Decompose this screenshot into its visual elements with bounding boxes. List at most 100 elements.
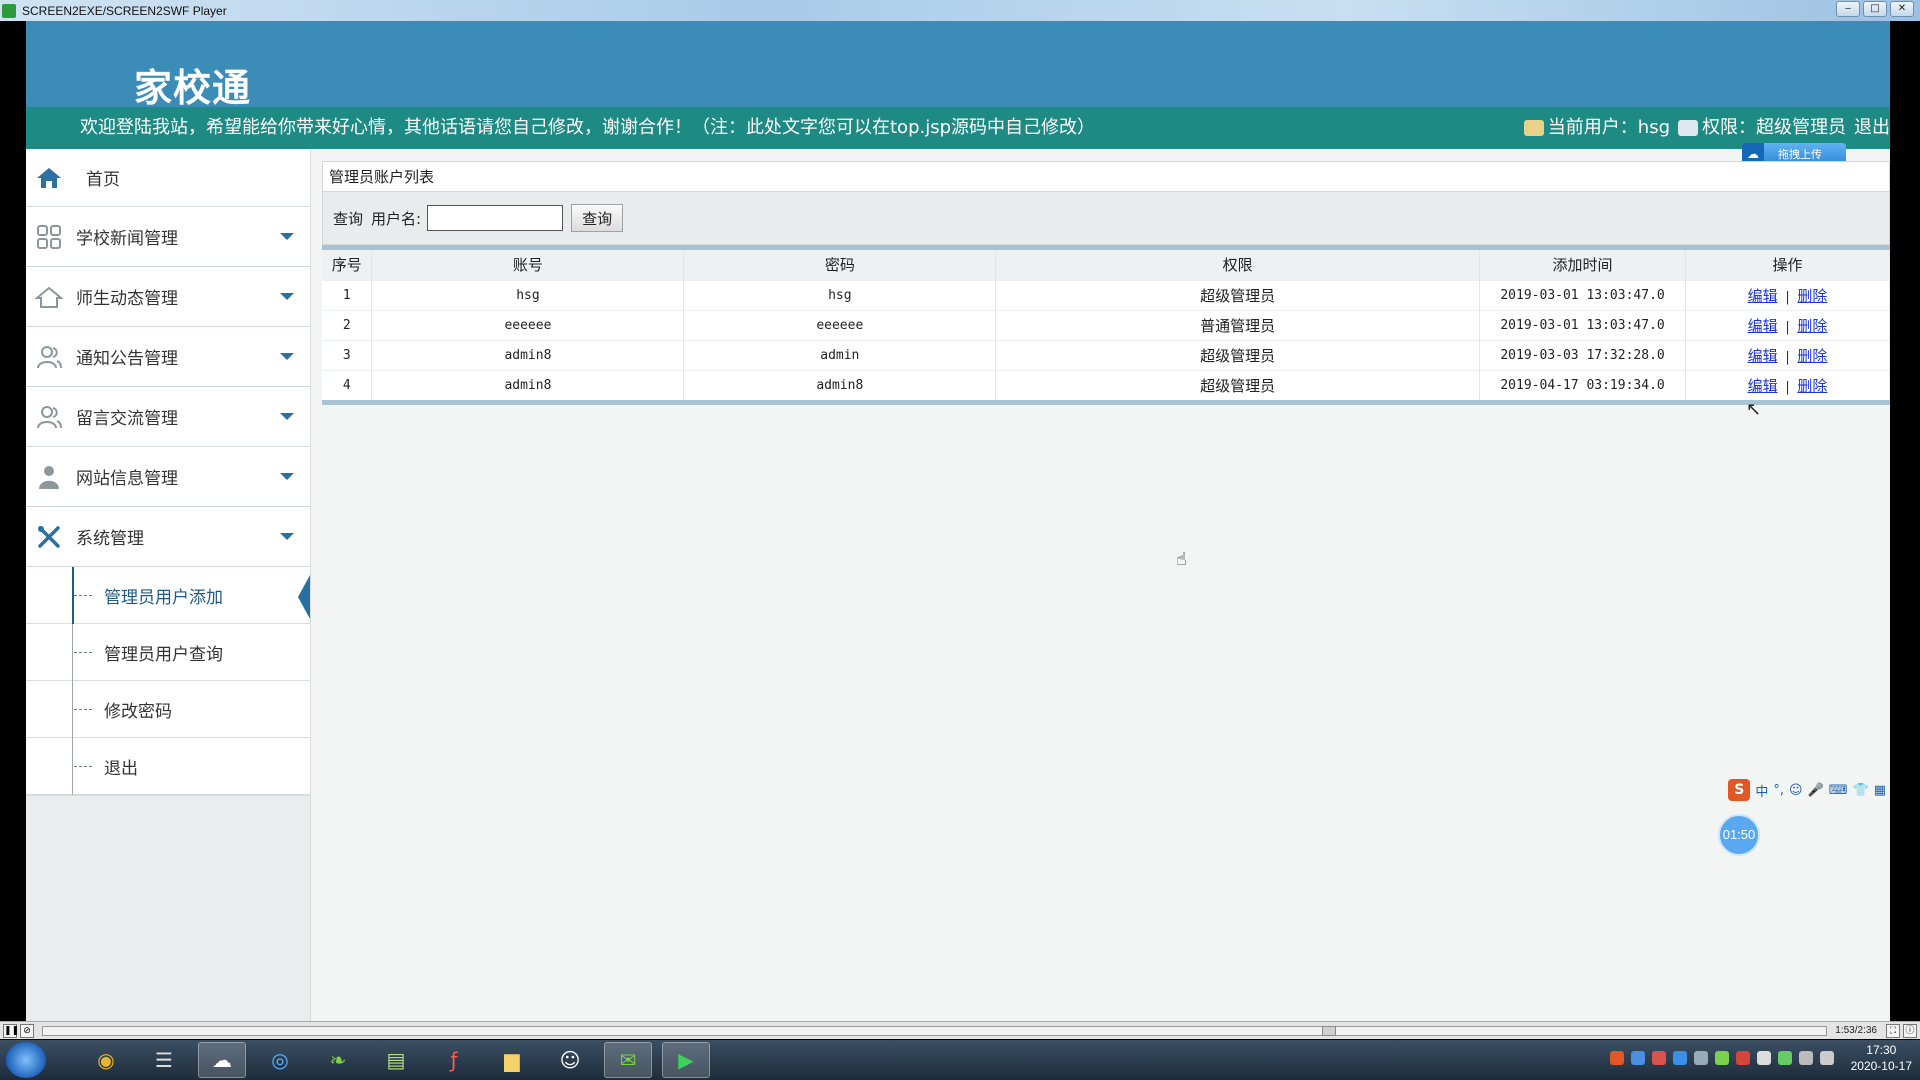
logout-link[interactable]: 退出 — [1854, 107, 1890, 149]
table-row: 1 hsg hsg 超级管理员 2019-03-01 13:03:47.0 编辑… — [322, 279, 1890, 310]
username-search-input[interactable] — [427, 205, 564, 231]
sidebar-item-label: 网站信息管理 — [76, 469, 178, 489]
windows-taskbar: ◉ ☰ ☁ ◎ ❧ ▤ ƒ ▆ ☺ ✉ ▶ 17:30 2020-10-17 — [0, 1040, 1920, 1080]
chrome-icon[interactable]: ◉ — [82, 1042, 130, 1078]
tree-line — [72, 681, 73, 738]
tray-app-icon[interactable] — [1651, 1051, 1666, 1065]
stop-button[interactable]: ⊘ — [20, 1023, 34, 1038]
person-icon — [34, 463, 64, 491]
sidebar-item-school-news[interactable]: 学校新闻管理 — [26, 207, 310, 267]
qq-tray-icon[interactable] — [1756, 1051, 1771, 1065]
column-header-password: 密码 — [683, 250, 997, 280]
cell-ops: 编辑 | 删除 — [1685, 279, 1890, 310]
skin-icon[interactable]: 👕 — [1853, 783, 1869, 798]
site-header: 家校通 — [26, 21, 1890, 110]
sidebar-subitem-admin-query[interactable]: 管理员用户查询 — [26, 624, 310, 681]
cell-index: 2 — [322, 309, 373, 340]
cell-password: eeeeee — [683, 309, 997, 340]
chart-app-icon[interactable]: ▤ — [372, 1042, 420, 1078]
minimize-button[interactable]: ‒ — [1836, 1, 1860, 17]
clock-date: 2020-10-17 — [1850, 1059, 1912, 1073]
mouse-cursor-icon: ↖ — [1746, 399, 1762, 420]
close-button[interactable]: ✕ — [1890, 1, 1914, 17]
column-header-index: 序号 — [322, 250, 373, 280]
menu-grid-icon[interactable]: ▦ — [1874, 783, 1886, 798]
search-button[interactable]: 查询 — [571, 204, 624, 232]
delete-link[interactable]: 删除 — [1797, 347, 1827, 365]
sidebar-item-label: 系统管理 — [76, 529, 144, 549]
ime-toolbar[interactable]: S 中 °, ☺ 🎤 ⌨ 👕 ▦ — [1728, 779, 1886, 801]
keyboard-icon[interactable]: ⌨ — [1829, 783, 1848, 798]
window-title: SCREEN2EXE/SCREEN2SWF Player — [22, 3, 227, 18]
ops-separator: | — [1783, 349, 1792, 365]
system-submenu: 管理员用户添加 管理员用户查询 修改密码 退出 — [26, 567, 310, 796]
cell-ops: 编辑 | 删除 — [1685, 369, 1890, 400]
shield-icon[interactable] — [1672, 1051, 1687, 1065]
active-pointer-icon — [298, 575, 310, 619]
start-button[interactable] — [6, 1042, 46, 1078]
fullscreen-button[interactable]: ⛶ — [1886, 1023, 1900, 1038]
ime-language[interactable]: 中 — [1755, 781, 1768, 800]
recording-timer[interactable]: 01:50 — [1718, 814, 1760, 856]
chevron-down-icon — [280, 353, 294, 360]
edit-link[interactable]: 编辑 — [1748, 347, 1778, 365]
sidebar-item-system[interactable]: 系统管理 — [26, 507, 310, 567]
cell-password: hsg — [683, 279, 997, 310]
column-header-time: 添加时间 — [1479, 250, 1687, 280]
baidu-netdisk-icon[interactable]: ☁ — [198, 1042, 246, 1078]
network-icon[interactable] — [1777, 1051, 1792, 1065]
playback-time: 1:53/2:36 — [1835, 1025, 1877, 1036]
microphone-icon[interactable]: 🎤 — [1808, 783, 1824, 798]
maximize-button[interactable]: □ — [1863, 1, 1887, 17]
emoji-icon[interactable]: ☺ — [1789, 783, 1803, 798]
volume-icon[interactable] — [1798, 1051, 1813, 1065]
delete-link[interactable]: 删除 — [1797, 377, 1827, 395]
pause-button[interactable]: ❚❚ — [3, 1023, 19, 1038]
delete-link[interactable]: 删除 — [1797, 317, 1827, 335]
leaf-app-icon[interactable]: ❧ — [314, 1042, 362, 1078]
cell-role: 普通管理员 — [995, 309, 1481, 340]
flash-icon[interactable]: ƒ — [430, 1042, 478, 1078]
sidebar-item-teacher-student[interactable]: 师生动态管理 — [26, 267, 310, 327]
seek-thumb[interactable] — [1321, 1025, 1336, 1036]
player-app-icon[interactable]: ▶ — [662, 1042, 710, 1078]
grid-icon — [34, 223, 64, 251]
sidebar-item-home[interactable]: 首页 — [26, 149, 310, 207]
chevron-down-icon — [280, 233, 294, 240]
house-icon — [34, 283, 64, 311]
sidebar-subitem-change-password[interactable]: 修改密码 — [26, 681, 310, 738]
folder-icon[interactable]: ▆ — [488, 1042, 536, 1078]
sidebar-item-label: 学校新闻管理 — [76, 229, 178, 249]
edit-link[interactable]: 编辑 — [1748, 377, 1778, 395]
qq-icon[interactable]: ☺ — [546, 1042, 594, 1078]
sidebar-subitem-label: 管理员用户添加 — [104, 587, 223, 608]
taskbar-clock[interactable]: 17:30 2020-10-17 — [1851, 1042, 1912, 1074]
browser-icon[interactable]: ◎ — [256, 1042, 304, 1078]
cell-index: 4 — [322, 369, 373, 400]
seek-bar[interactable] — [42, 1025, 1828, 1036]
edit-link[interactable]: 编辑 — [1748, 287, 1778, 305]
tray-app-icon[interactable] — [1630, 1051, 1645, 1065]
wechat-icon[interactable]: ✉ — [604, 1042, 652, 1078]
terminal-icon[interactable]: ☰ — [140, 1042, 188, 1078]
sidebar-subitem-logout[interactable]: 退出 — [26, 738, 310, 795]
delete-link[interactable]: 删除 — [1797, 287, 1827, 305]
cell-account: eeeeee — [371, 309, 685, 340]
punctuation-icon[interactable]: °, — [1773, 783, 1784, 798]
edit-link[interactable]: 编辑 — [1748, 317, 1778, 335]
display-icon[interactable] — [1819, 1051, 1834, 1065]
tray-app-icon[interactable] — [1693, 1051, 1708, 1065]
search-bar: 查询 用户名: 查询 — [322, 191, 1890, 245]
sidebar-subitem-admin-add[interactable]: 管理员用户添加 — [26, 567, 310, 624]
wechat-tray-icon[interactable] — [1714, 1051, 1729, 1065]
sidebar-item-message[interactable]: 留言交流管理 — [26, 387, 310, 447]
sidebar-item-site-info[interactable]: 网站信息管理 — [26, 447, 310, 507]
sogou-ime-icon: S — [1728, 779, 1751, 801]
cell-account: hsg — [371, 279, 685, 310]
window-controls: ‒ □ ✕ — [1836, 1, 1914, 17]
sidebar-item-label: 首页 — [86, 170, 120, 190]
sogou-tray-icon[interactable] — [1609, 1051, 1624, 1065]
sidebar-item-notice[interactable]: 通知公告管理 — [26, 327, 310, 387]
info-button[interactable]: ⓘ — [1903, 1023, 1917, 1038]
flag-icon[interactable] — [1735, 1051, 1750, 1065]
